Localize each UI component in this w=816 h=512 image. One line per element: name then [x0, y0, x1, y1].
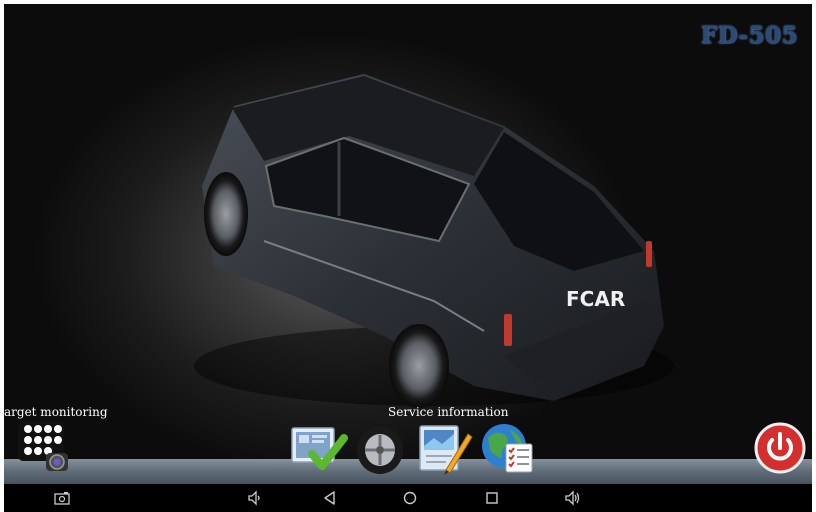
volume-down-icon[interactable]	[246, 490, 262, 506]
volume-up-icon[interactable]	[564, 490, 580, 506]
model-label: FD-505	[700, 22, 798, 49]
power-icon[interactable]	[754, 422, 806, 474]
service-information-label: Service information	[388, 405, 509, 419]
screenshot-icon[interactable]	[54, 490, 70, 506]
globe-report-icon[interactable]	[480, 420, 538, 476]
target-monitoring-label: arget monitoring	[4, 405, 108, 419]
document-pen-icon[interactable]	[416, 420, 474, 476]
checklist-monitor-icon[interactable]	[290, 424, 348, 476]
camera-grid-icon[interactable]	[16, 419, 74, 477]
car-badge: FCAR	[566, 287, 625, 311]
home-screen: FD-505 FCAR arget monitoring Service inf…	[4, 4, 812, 484]
tire-icon[interactable]	[354, 422, 406, 476]
car-image: FCAR	[194, 74, 674, 408]
recents-icon[interactable]	[484, 490, 500, 506]
dock-bar	[4, 459, 812, 484]
home-icon[interactable]	[402, 490, 418, 506]
back-icon[interactable]	[322, 490, 338, 506]
navigation-bar	[4, 484, 812, 512]
